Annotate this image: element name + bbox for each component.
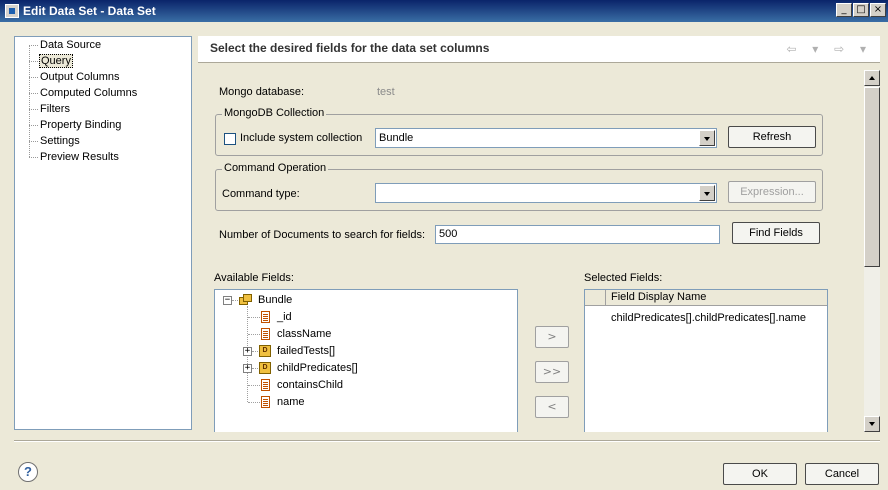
page-title: Select the desired fields for the data s… [210, 41, 490, 55]
collapse-icon[interactable]: − [223, 296, 232, 305]
sidebar-item-data-source[interactable]: Data Source [39, 38, 102, 52]
tree-line [29, 125, 38, 126]
tree-line [29, 93, 38, 94]
sidebar-item-property-binding[interactable]: Property Binding [39, 118, 122, 132]
expand-icon[interactable]: + [243, 364, 252, 373]
tree-item[interactable]: _id [277, 309, 292, 325]
selected-fields-label: Selected Fields: [584, 272, 663, 284]
remove-field-button[interactable]: < [535, 396, 569, 418]
tree-line [248, 317, 260, 318]
object-icon: D [259, 362, 271, 374]
selected-fields-table[interactable]: Field Display Name childPredicates[].chi… [584, 289, 828, 432]
refresh-button[interactable]: Refresh [728, 126, 816, 148]
tree-line [248, 402, 260, 403]
tree-item[interactable]: containsChild [277, 377, 343, 393]
tree-root-bundle[interactable]: Bundle [258, 292, 292, 308]
field-icon [261, 328, 270, 340]
tree-item[interactable]: name [277, 394, 305, 410]
tree-line [29, 141, 38, 142]
sidebar-nav: Data Source Query Output Columns Compute… [14, 36, 192, 430]
expand-icon[interactable]: + [243, 347, 252, 356]
maximize-button[interactable]: □ [853, 3, 869, 17]
scroll-down-arrow-icon[interactable] [864, 416, 880, 432]
close-button[interactable]: × [870, 3, 886, 17]
field-icon [261, 396, 270, 408]
table-corner-cell [585, 290, 606, 306]
app-icon [5, 4, 19, 18]
tree-line [29, 61, 38, 62]
object-icon: D [259, 345, 271, 357]
mongo-database-label: Mongo database: [219, 86, 305, 98]
field-icon [261, 311, 270, 323]
available-fields-label: Available Fields: [214, 272, 294, 284]
tree-line [252, 351, 258, 352]
tree-line [29, 45, 38, 46]
scroll-up-arrow-icon[interactable] [864, 70, 880, 86]
tree-item[interactable]: failedTests[] [277, 343, 335, 359]
available-fields-tree[interactable]: − Bundle _id className + D failedTests[]… [214, 289, 518, 432]
page-header: Select the desired fields for the data s… [198, 36, 880, 63]
history-nav-icons[interactable]: ⇦ ▾ ⇨ ▾ [786, 42, 872, 56]
tree-line [248, 334, 260, 335]
tree-line [232, 300, 238, 301]
field-icon [261, 379, 270, 391]
include-system-label: Include system collection [240, 132, 363, 144]
query-page: Select the desired fields for the data s… [198, 36, 880, 432]
collection-combo[interactable]: Bundle [375, 128, 717, 148]
sidebar-item-output-columns[interactable]: Output Columns [39, 70, 120, 84]
help-icon[interactable]: ? [18, 462, 38, 482]
mongo-database-value: test [377, 86, 395, 98]
title-bar: Edit Data Set - Data Set _ □ × [0, 0, 888, 22]
column-header[interactable]: Field Display Name [606, 290, 827, 306]
sidebar-item-preview-results[interactable]: Preview Results [39, 150, 120, 164]
tree-item[interactable]: className [277, 326, 331, 342]
collection-icon [239, 294, 253, 306]
collection-value: Bundle [379, 132, 414, 144]
tree-line [29, 77, 38, 78]
ok-button[interactable]: OK [723, 463, 797, 485]
command-type-label: Command type: [222, 188, 300, 200]
expression-button[interactable]: Expression... [728, 181, 816, 203]
num-docs-label: Number of Documents to search for fields… [219, 229, 426, 241]
tree-item[interactable]: childPredicates[] [277, 360, 358, 376]
vertical-scrollbar[interactable] [864, 70, 880, 432]
tree-line [29, 157, 38, 158]
window-title: Edit Data Set - Data Set [23, 4, 156, 18]
find-fields-button[interactable]: Find Fields [732, 222, 820, 244]
chevron-down-icon[interactable] [699, 185, 715, 201]
scrollbar-thumb[interactable] [864, 87, 880, 267]
sidebar-item-query[interactable]: Query [39, 54, 73, 68]
minimize-button[interactable]: _ [836, 3, 852, 17]
command-group-title: Command Operation [222, 162, 329, 174]
command-type-combo[interactable] [375, 183, 717, 203]
chevron-down-icon[interactable] [699, 130, 715, 146]
tree-line [29, 109, 38, 110]
tree-line [252, 368, 258, 369]
sidebar-item-settings[interactable]: Settings [39, 134, 81, 148]
add-field-button[interactable]: > [535, 326, 569, 348]
table-row[interactable]: childPredicates[].childPredicates[].name [611, 310, 806, 326]
sidebar-item-computed-columns[interactable]: Computed Columns [39, 86, 138, 100]
sidebar-item-filters[interactable]: Filters [39, 102, 71, 116]
collection-group-title: MongoDB Collection [222, 107, 327, 119]
cancel-button[interactable]: Cancel [805, 463, 879, 485]
add-all-fields-button[interactable]: >> [535, 361, 569, 383]
tree-line [248, 385, 260, 386]
include-system-checkbox[interactable] [224, 133, 236, 145]
num-docs-input[interactable]: 500 [435, 225, 720, 244]
footer-separator [14, 440, 880, 442]
